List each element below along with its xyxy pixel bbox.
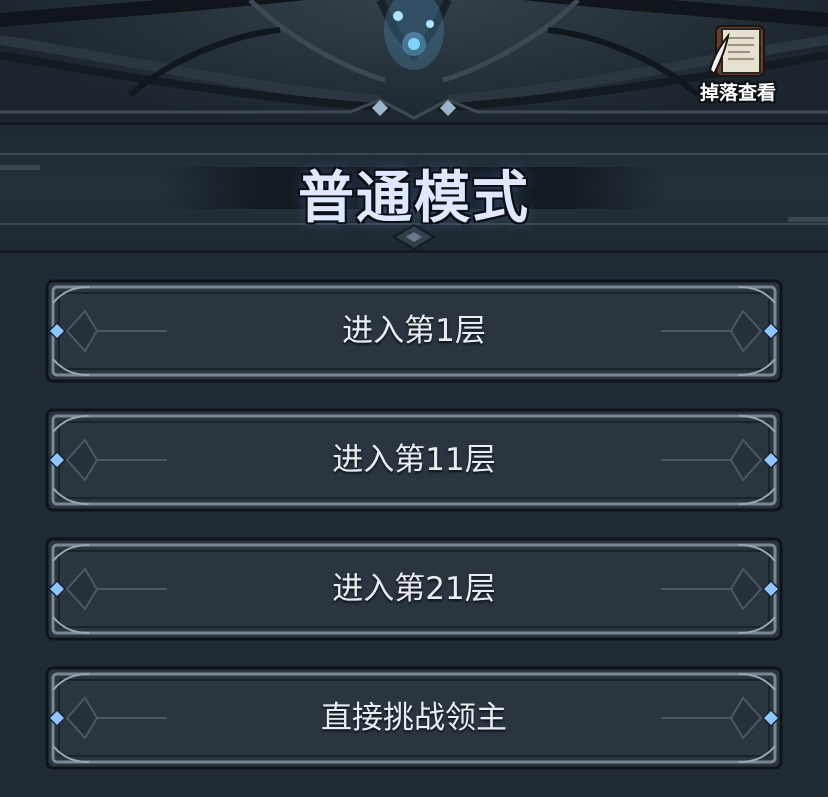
challenge-lord-label: 直接挑战领主 (321, 700, 507, 736)
challenge-lord-button[interactable]: 直接挑战领主 (45, 666, 783, 770)
loot-view-label: 掉落查看 (699, 82, 776, 104)
enter-floor-21-label: 进入第21层 (332, 571, 496, 607)
enter-floor-11-button[interactable]: 进入第11层 (45, 408, 783, 512)
mode-title: 普通模式 (298, 166, 530, 231)
loot-view-button[interactable]: 掉落查看 (690, 22, 786, 108)
enter-floor-11-label: 进入第11层 (332, 442, 496, 478)
scroll-icon (708, 25, 765, 77)
enter-floor-21-button[interactable]: 进入第21层 (45, 537, 783, 641)
title-band: 普通模式 (0, 122, 828, 253)
enter-floor-1-label: 进入第1层 (342, 313, 486, 349)
top-banner-art: 掉落查看 (0, 0, 828, 122)
enter-floor-1-button[interactable]: 进入第1层 (45, 279, 783, 383)
